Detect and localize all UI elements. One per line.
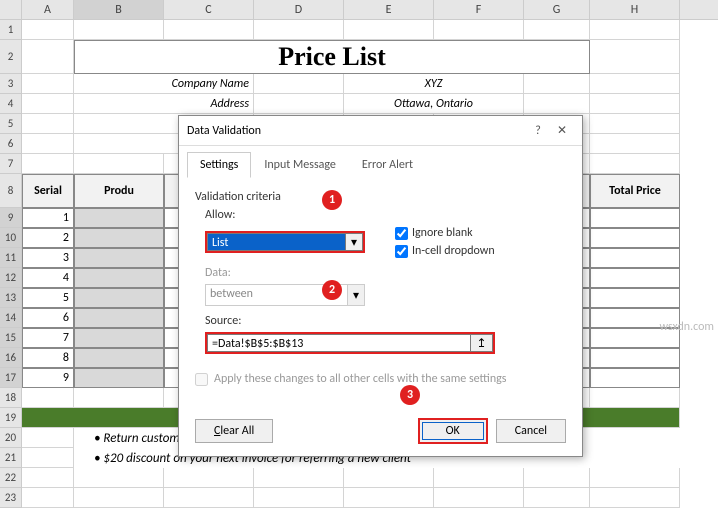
column-headers: A B C D E F G H bbox=[0, 0, 718, 20]
help-icon[interactable]: ? bbox=[526, 124, 550, 138]
product-cell[interactable] bbox=[74, 288, 164, 308]
serial-cell[interactable]: 1 bbox=[22, 208, 74, 228]
dialog-tabs: Settings Input Message Error Alert bbox=[179, 146, 582, 178]
allow-label: Allow: bbox=[205, 208, 566, 222]
col-B[interactable]: B bbox=[74, 0, 164, 19]
row-5[interactable]: 5 bbox=[0, 114, 22, 134]
serial-cell[interactable]: 5 bbox=[22, 288, 74, 308]
row-11[interactable]: 11 bbox=[0, 248, 22, 268]
header-product: Produ bbox=[74, 174, 164, 208]
ignore-blank-checkbox[interactable]: Ignore blank bbox=[395, 226, 495, 240]
dialog-titlebar[interactable]: Data Validation ? ✕ bbox=[179, 116, 582, 146]
range-picker-icon[interactable]: ↥ bbox=[471, 334, 493, 352]
row-17[interactable]: 17 bbox=[0, 368, 22, 388]
serial-cell[interactable]: 8 bbox=[22, 348, 74, 368]
row-19[interactable]: 19 bbox=[0, 408, 22, 428]
chevron-down-icon: ▾ bbox=[347, 284, 365, 306]
row-1[interactable]: 1 bbox=[0, 20, 22, 40]
product-cell[interactable] bbox=[74, 328, 164, 348]
callout-badge-3: 3 bbox=[400, 385, 420, 405]
data-label: Data: bbox=[205, 266, 566, 280]
validation-criteria-label: Validation criteria bbox=[195, 190, 566, 204]
row-20[interactable]: 20 bbox=[0, 428, 22, 448]
row-21[interactable]: 21 bbox=[0, 448, 22, 468]
serial-cell[interactable]: 4 bbox=[22, 268, 74, 288]
row-10[interactable]: 10 bbox=[0, 228, 22, 248]
product-cell[interactable] bbox=[74, 348, 164, 368]
watermark: wsxdn.com bbox=[659, 320, 714, 334]
address-value: Ottawa, Ontario bbox=[344, 94, 524, 114]
row-18[interactable]: 18 bbox=[0, 388, 22, 408]
incell-dropdown-checkbox[interactable]: In-cell dropdown bbox=[395, 244, 495, 258]
serial-cell[interactable]: 9 bbox=[22, 368, 74, 388]
col-E[interactable]: E bbox=[344, 0, 434, 19]
product-cell[interactable] bbox=[74, 308, 164, 328]
header-serial: Serial bbox=[22, 174, 74, 208]
product-cell[interactable] bbox=[74, 248, 164, 268]
tab-error-alert[interactable]: Error Alert bbox=[349, 152, 426, 178]
col-A[interactable]: A bbox=[22, 0, 74, 19]
product-cell[interactable] bbox=[74, 368, 164, 388]
company-value: XYZ bbox=[344, 74, 524, 94]
row-9[interactable]: 9 bbox=[0, 208, 22, 228]
header-total: Total Price bbox=[590, 174, 680, 208]
source-input[interactable]: =Data!$B$5:$B$13 ↥ bbox=[205, 332, 495, 354]
row-3[interactable]: 3 bbox=[0, 74, 22, 94]
allow-combobox[interactable]: List ▾ bbox=[205, 231, 365, 253]
col-H[interactable]: H bbox=[590, 0, 680, 19]
row-16[interactable]: 16 bbox=[0, 348, 22, 368]
row-7[interactable]: 7 bbox=[0, 154, 22, 174]
tab-input-message[interactable]: Input Message bbox=[251, 152, 349, 178]
col-D[interactable]: D bbox=[254, 0, 344, 19]
allow-value: List bbox=[207, 233, 345, 251]
source-label: Source: bbox=[205, 314, 566, 328]
col-C[interactable]: C bbox=[164, 0, 254, 19]
row-12[interactable]: 12 bbox=[0, 268, 22, 288]
row-6[interactable]: 6 bbox=[0, 134, 22, 154]
page-title: Price List bbox=[74, 40, 590, 74]
chevron-down-icon[interactable]: ▾ bbox=[345, 233, 363, 251]
row-4[interactable]: 4 bbox=[0, 94, 22, 114]
row-2[interactable]: 2 bbox=[0, 40, 22, 74]
row-14[interactable]: 14 bbox=[0, 308, 22, 328]
dialog-title: Data Validation bbox=[187, 124, 526, 138]
apply-all-checkbox bbox=[195, 373, 208, 386]
row-8[interactable]: 8 bbox=[0, 174, 22, 208]
cancel-button[interactable]: Cancel bbox=[496, 419, 566, 443]
data-validation-dialog: Data Validation ? ✕ Settings Input Messa… bbox=[178, 115, 583, 457]
row-13[interactable]: 13 bbox=[0, 288, 22, 308]
serial-cell[interactable]: 3 bbox=[22, 248, 74, 268]
product-cell[interactable] bbox=[74, 208, 164, 228]
callout-badge-1: 1 bbox=[322, 190, 342, 210]
col-F[interactable]: F bbox=[434, 0, 524, 19]
select-all-corner[interactable] bbox=[0, 0, 22, 19]
serial-cell[interactable]: 6 bbox=[22, 308, 74, 328]
apply-all-label: Apply these changes to all other cells w… bbox=[214, 372, 506, 386]
row-headers: 1 2 3 4 5 6 7 8 9 10 11 12 13 14 15 16 1… bbox=[0, 20, 22, 508]
address-label: Address bbox=[74, 94, 254, 114]
clear-all-button[interactable]: Clear All bbox=[195, 419, 273, 443]
row-22[interactable]: 22 bbox=[0, 468, 22, 488]
company-label: Company Name bbox=[74, 74, 254, 94]
source-value[interactable]: =Data!$B$5:$B$13 bbox=[207, 334, 471, 352]
tab-settings[interactable]: Settings bbox=[187, 152, 251, 178]
row-15[interactable]: 15 bbox=[0, 328, 22, 348]
row-23[interactable]: 23 bbox=[0, 488, 22, 508]
col-G[interactable]: G bbox=[524, 0, 590, 19]
serial-cell[interactable]: 2 bbox=[22, 228, 74, 248]
serial-cell[interactable]: 7 bbox=[22, 328, 74, 348]
close-icon[interactable]: ✕ bbox=[550, 123, 574, 138]
product-cell[interactable] bbox=[74, 268, 164, 288]
callout-badge-2: 2 bbox=[322, 280, 342, 300]
ok-button[interactable]: OK bbox=[418, 418, 488, 444]
product-cell[interactable] bbox=[74, 228, 164, 248]
